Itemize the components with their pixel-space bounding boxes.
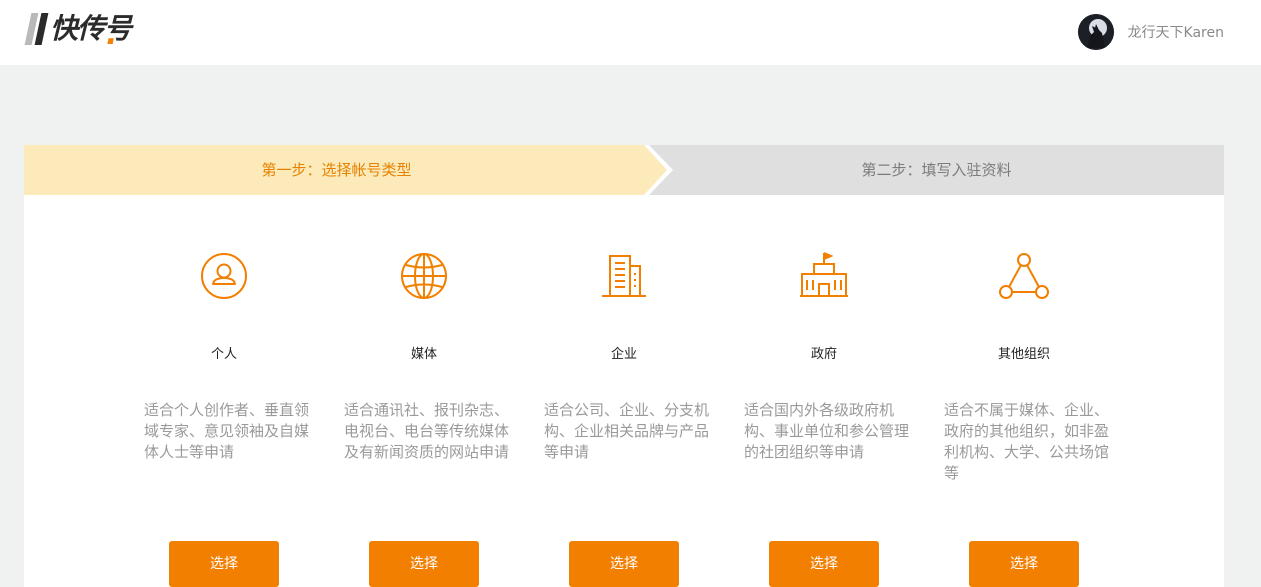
card-title: 其他组织	[997, 347, 1050, 362]
card-description: 适合不属于媒体、企业、政府的其他组织，如非盈利机构、大学、公共场馆等	[944, 401, 1110, 482]
card-individual: 个人 适合个人创作者、垂直领域专家、意见领袖及自媒体人士等申请 选择	[144, 195, 314, 587]
select-other-organization-button[interactable]: 选择	[969, 541, 1079, 587]
card-enterprise: 企业 适合公司、企业、分支机构、企业相关品牌与产品等申请 选择	[544, 195, 714, 587]
card-title: 政府	[810, 347, 837, 362]
step-progress: 第一步：选择帐号类型 第二步：填写入驻资料	[24, 145, 1224, 195]
network-icon	[999, 253, 1049, 299]
government-icon	[800, 252, 848, 297]
globe-icon	[401, 253, 447, 299]
select-enterprise-button[interactable]: 选择	[569, 541, 679, 587]
select-government-button[interactable]: 选择	[769, 541, 879, 587]
step-1-label: 第一步：选择帐号类型	[261, 161, 412, 179]
account-type-panel: 个人 适合个人创作者、垂直领域专家、意见领袖及自媒体人士等申请 选择 媒体 适合…	[24, 195, 1224, 587]
card-title: 企业	[610, 347, 637, 362]
logo[interactable]: 快传号.	[24, 12, 132, 52]
card-other-organization: 其他组织 适合不属于媒体、企业、政府的其他组织，如非盈利机构、大学、公共场馆等 …	[944, 195, 1114, 587]
avatar[interactable]	[1077, 14, 1114, 50]
card-description: 适合公司、企业、分支机构、企业相关品牌与产品等申请	[544, 401, 710, 461]
card-title: 媒体	[410, 347, 437, 362]
step-2-label: 第二步：填写入驻资料	[861, 161, 1012, 179]
card-government: 政府 适合国内外各级政府机构、事业单位和参公管理的社团组织等申请 选择	[744, 195, 914, 587]
top-header: 快传号. 龙行天下Karen	[0, 0, 1261, 65]
card-description: 适合通讯社、报刊杂志、电视台、电台等传统媒体及有新闻资质的网站申请	[344, 401, 510, 461]
user-menu[interactable]: 龙行天下Karen	[1077, 14, 1224, 50]
select-media-button[interactable]: 选择	[369, 541, 479, 587]
select-individual-button[interactable]: 选择	[169, 541, 279, 587]
card-description: 适合国内外各级政府机构、事业单位和参公管理的社团组织等申请	[744, 401, 910, 461]
card-title: 个人	[210, 347, 237, 362]
logo-mark	[24, 13, 50, 45]
username[interactable]: 龙行天下Karen	[1128, 22, 1224, 42]
card-description: 适合个人创作者、垂直领域专家、意见领袖及自媒体人士等申请	[144, 401, 310, 461]
person-icon	[201, 253, 247, 299]
logo-text: 快传号.	[50, 12, 132, 52]
card-media: 媒体 适合通讯社、报刊杂志、电视台、电台等传统媒体及有新闻资质的网站申请 选择	[344, 195, 514, 587]
building-icon	[602, 255, 646, 297]
